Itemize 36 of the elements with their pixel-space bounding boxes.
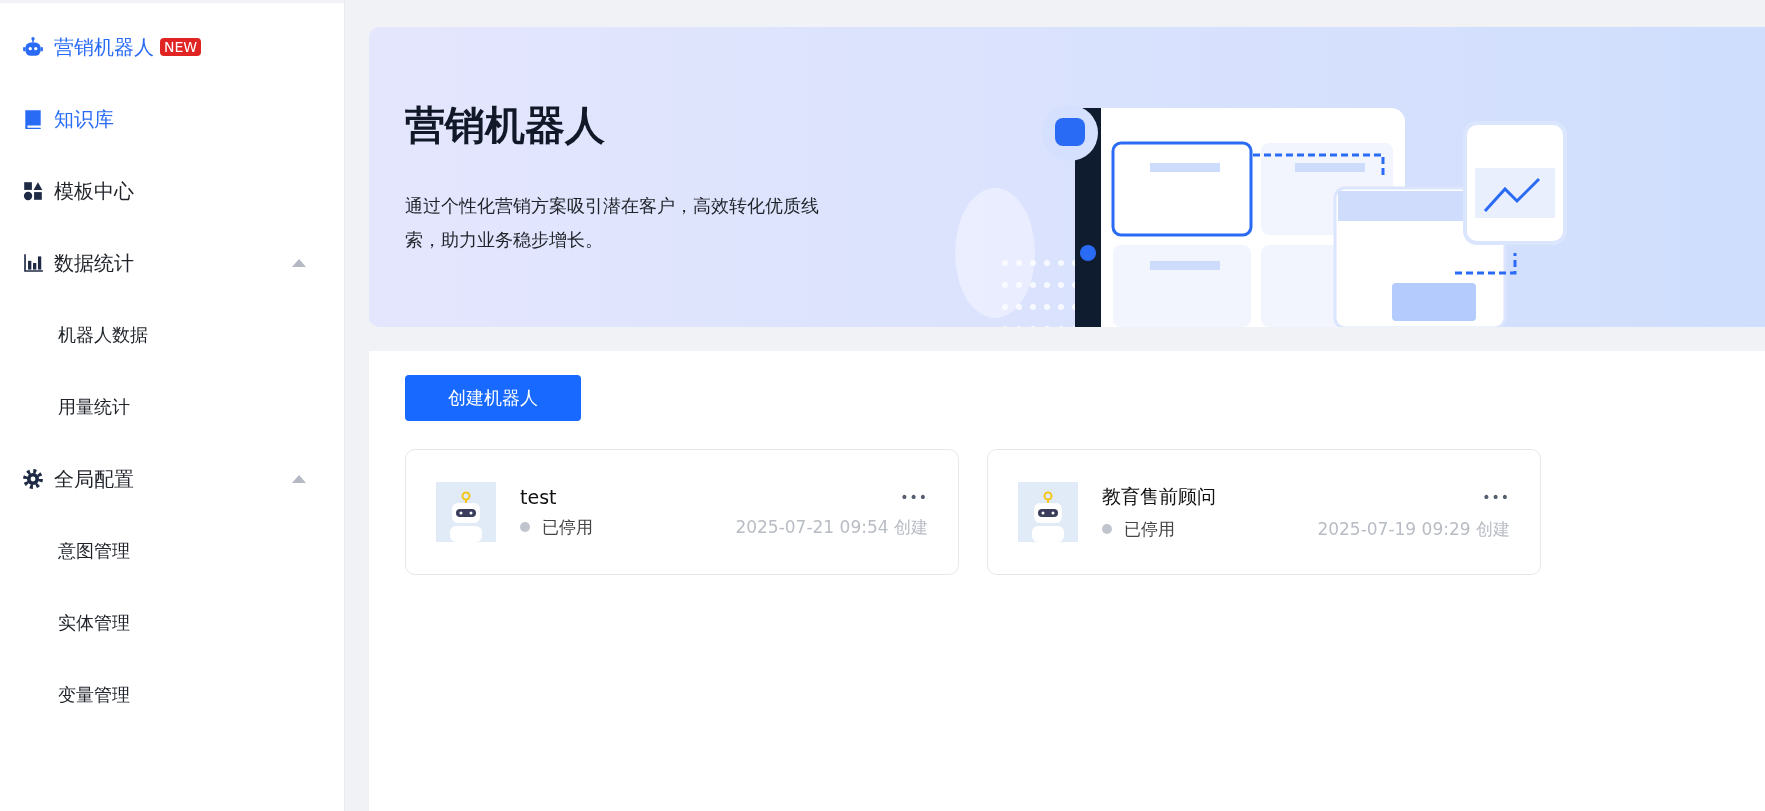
robot-name: 教育售前顾问: [1102, 483, 1216, 509]
status-text: 已停用: [1124, 517, 1175, 541]
sidebar-subitem[interactable]: 机器人数据: [22, 299, 344, 371]
create-robot-button[interactable]: 创建机器人: [405, 375, 581, 421]
banner-description: 通过个性化营销方案吸引潜在客户，高效转化优质线索，助力业务稳步增长。: [405, 193, 820, 252]
status-text: 已停用: [542, 515, 593, 539]
sidebar-subitem[interactable]: 变量管理: [22, 659, 344, 731]
sidebar-item[interactable]: 数据统计: [22, 227, 344, 299]
grid-shapes-icon: [22, 180, 44, 202]
book-icon: [22, 108, 44, 130]
banner-title: 营销机器人: [405, 100, 606, 150]
robot-avatar-icon: [436, 482, 496, 542]
created-time: 2025-07-19 09:29 创建: [1317, 517, 1510, 541]
settings-icon: [22, 468, 44, 490]
sidebar-item[interactable]: 知识库: [22, 83, 344, 155]
robot-card[interactable]: test ••• 已停用 2025-07-21 09:54 创建: [405, 449, 959, 575]
robot-card[interactable]: 教育售前顾问 ••• 已停用 2025-07-19 09:29 创建: [987, 449, 1541, 575]
nav-label: 全局配置: [54, 465, 134, 493]
robot-name: test: [520, 485, 557, 508]
bar-chart-icon: [22, 252, 44, 274]
nav-label: 营销机器人: [54, 33, 154, 61]
created-time: 2025-07-21 09:54 创建: [735, 515, 928, 539]
more-menu[interactable]: •••: [1482, 488, 1510, 505]
nav-label: 知识库: [54, 105, 114, 133]
sidebar-item[interactable]: 全局配置: [22, 443, 344, 515]
more-menu[interactable]: •••: [900, 488, 928, 505]
nav-label: 模板中心: [54, 177, 134, 205]
robot-icon: [22, 36, 44, 58]
sidebar-subitem[interactable]: 用量统计: [22, 371, 344, 443]
sidebar-subitem[interactable]: 实体管理: [22, 587, 344, 659]
sidebar-item[interactable]: 营销机器人 NEW: [22, 11, 344, 83]
sidebar-item[interactable]: 模板中心: [22, 155, 344, 227]
new-badge: NEW: [160, 38, 202, 56]
sidebar-subitem[interactable]: 意图管理: [22, 515, 344, 587]
nav-label: 数据统计: [54, 249, 134, 277]
robot-avatar-icon: [1018, 482, 1078, 542]
